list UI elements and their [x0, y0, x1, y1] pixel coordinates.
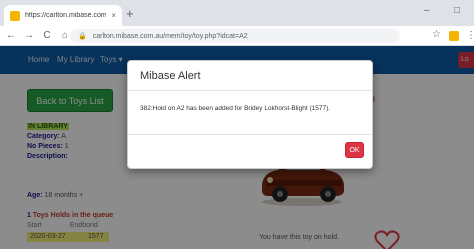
bookmark-star-icon[interactable]: ☆ — [432, 29, 441, 40]
url-text[interactable]: carlton.mibase.com.au/mem/toy/toy.php?id… — [93, 33, 248, 40]
tab-title: https://carlton.mibase.com.au/m — [25, 12, 107, 19]
dialog-message: 382:Hold on A2 has been added for Bridey… — [140, 105, 331, 112]
alert-dialog: Mibase Alert 382:Hold on A2 has been add… — [127, 60, 373, 169]
minimize-icon[interactable]: – — [424, 5, 430, 16]
tab-close-icon[interactable]: × — [111, 11, 116, 20]
back-arrow-icon[interactable]: ← — [4, 30, 18, 41]
reload-icon[interactable]: C — [40, 30, 54, 41]
dialog-body: 382:Hold on A2 has been added for Bridey… — [128, 91, 372, 135]
new-tab-icon[interactable]: + — [126, 7, 134, 21]
site-favicon-icon — [10, 10, 20, 21]
lock-icon: 🔒 — [78, 33, 87, 40]
address-bar[interactable]: 🔒 carlton.mibase.com.au/mem/toy/toy.php?… — [70, 29, 400, 43]
forward-arrow-icon[interactable]: → — [22, 30, 36, 41]
extension-icon[interactable] — [449, 31, 459, 41]
dialog-title: Mibase Alert — [140, 70, 201, 82]
browser-tab[interactable]: https://carlton.mibase.com.au/m × — [4, 5, 122, 26]
browser-menu-icon[interactable]: ⋮ — [466, 30, 474, 41]
browser-toolbar: ← → C ⌂ 🔒 carlton.mibase.com.au/mem/toy/… — [0, 26, 474, 46]
tab-strip: https://carlton.mibase.com.au/m × + – □ — [0, 0, 474, 26]
maximize-icon[interactable]: □ — [454, 5, 460, 16]
dialog-header: Mibase Alert — [128, 61, 372, 91]
ok-button[interactable]: OK — [345, 142, 364, 158]
browser-window: https://carlton.mibase.com.au/m × + – □ … — [0, 0, 474, 249]
